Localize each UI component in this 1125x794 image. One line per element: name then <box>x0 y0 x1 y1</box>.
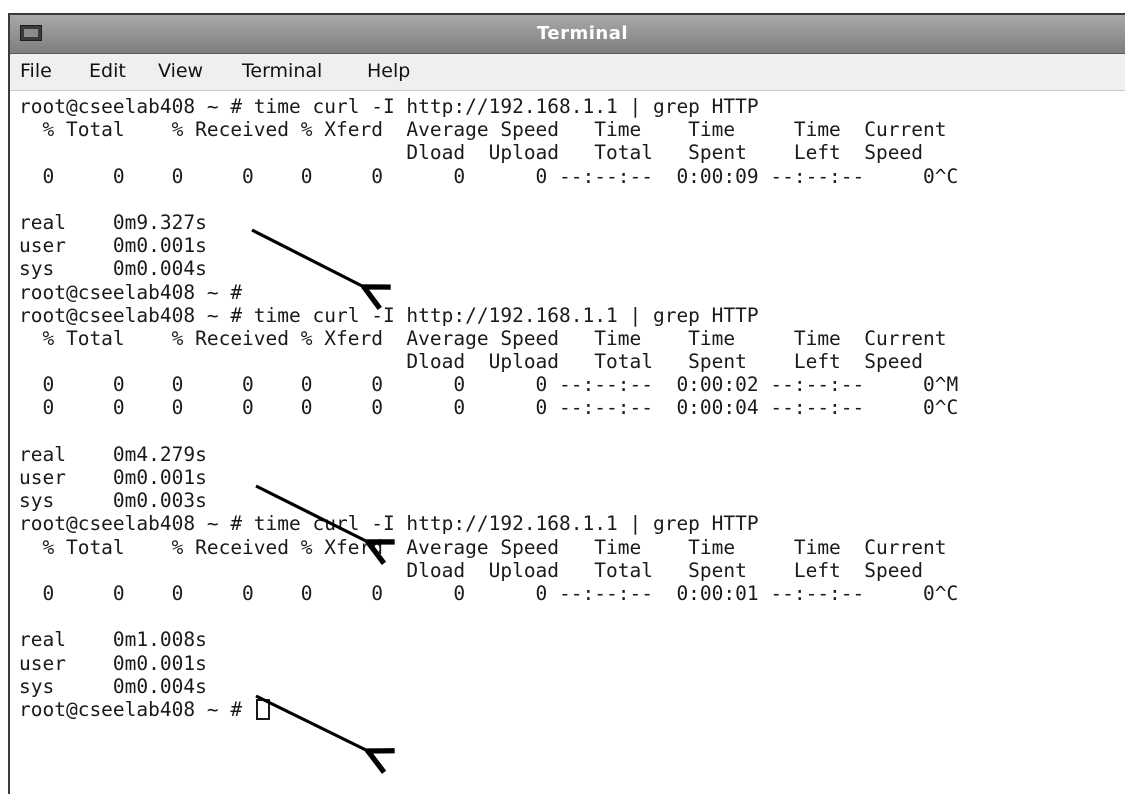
terminal-line: % Total % Received % Xferd Average Speed… <box>19 535 947 559</box>
terminal-line: user 0m0.001s <box>19 234 207 258</box>
menu-bar: File Edit View Terminal Help <box>10 54 1125 91</box>
terminal-line: 0 0 0 0 0 0 0 0 --:--:-- 0:00:04 --:--:-… <box>19 396 959 420</box>
terminal-line: Dload Upload Total Spent Left Speed <box>19 558 923 582</box>
terminal-line: % Total % Received % Xferd Average Speed… <box>19 326 947 350</box>
menu-help[interactable]: Help <box>367 60 410 82</box>
terminal-line: user 0m0.001s <box>19 651 207 675</box>
terminal-line: Dload Upload Total Spent Left Speed <box>19 350 923 374</box>
menu-edit[interactable]: Edit <box>89 60 126 82</box>
terminal-output[interactable]: root@cseelab408 ~ # time curl -I http://… <box>10 91 1125 794</box>
terminal-line: root@cseelab408 ~ # time curl -I http://… <box>19 95 759 118</box>
terminal-line: root@cseelab408 ~ # time curl -I http://… <box>19 512 759 536</box>
terminal-line: real 0m9.327s <box>19 210 207 234</box>
terminal-line: sys 0m0.004s <box>19 674 207 698</box>
terminal-line: root@cseelab408 ~ # <box>19 280 243 304</box>
text-cursor <box>255 698 270 720</box>
terminal-line: sys 0m0.004s <box>19 257 207 281</box>
terminal-line: real 0m1.008s <box>19 628 207 652</box>
terminal-line: real 0m4.279s <box>19 442 207 466</box>
terminal-line: 0 0 0 0 0 0 0 0 --:--:-- 0:00:02 --:--:-… <box>19 373 959 397</box>
terminal-line: root@cseelab408 ~ # time curl -I http://… <box>19 303 759 327</box>
terminal-prompt-line[interactable]: root@cseelab408 ~ # <box>19 698 1125 721</box>
menu-terminal[interactable]: Terminal <box>242 60 322 82</box>
window-title: Terminal <box>536 23 629 44</box>
menu-view[interactable]: View <box>158 60 203 82</box>
terminal-line: 0 0 0 0 0 0 0 0 --:--:-- 0:00:09 --:--:-… <box>19 164 959 188</box>
terminal-line: 0 0 0 0 0 0 0 0 --:--:-- 0:00:01 --:--:-… <box>19 581 959 605</box>
prompt-text: root@cseelab408 ~ # <box>19 697 243 721</box>
terminal-line: user 0m0.001s <box>19 466 207 489</box>
title-bar[interactable]: Terminal <box>10 15 1125 54</box>
menu-file[interactable]: File <box>20 60 52 82</box>
terminal-line: Dload Upload Total Spent Left Speed <box>19 141 923 165</box>
terminal-window: Terminal File Edit View Terminal Help ro… <box>8 13 1125 794</box>
terminal-line: sys 0m0.003s <box>19 489 207 513</box>
terminal-line: % Total % Received % Xferd Average Speed… <box>19 118 947 142</box>
